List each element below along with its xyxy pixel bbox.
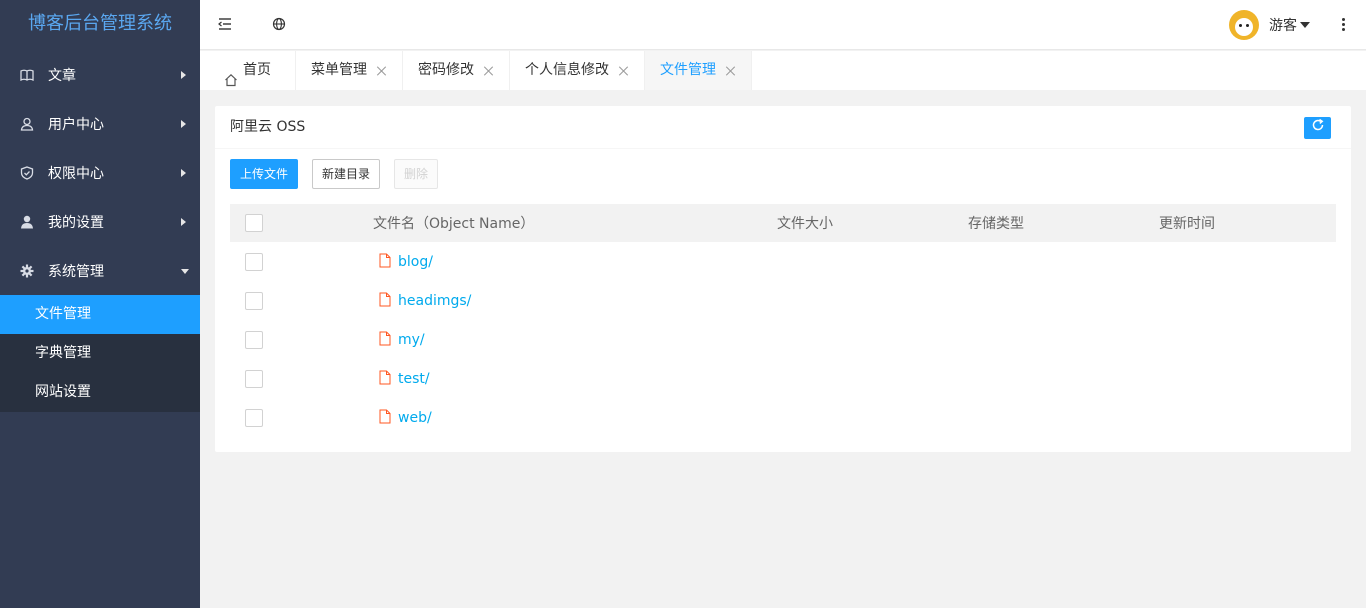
file-link[interactable]: web/ (398, 410, 432, 426)
file-link[interactable]: my/ (398, 332, 425, 348)
user-icon (20, 215, 34, 229)
toolbar: 上传文件 新建目录 删除 (230, 159, 452, 189)
tab-label: 个人信息修改 (525, 62, 609, 78)
user-outline-icon (20, 117, 34, 131)
table-row: blog/ (230, 242, 1336, 281)
chevron-right-icon (181, 119, 186, 128)
user-menu[interactable]: 游客 (1229, 10, 1310, 40)
sidebar-item-label: 用户中心 (48, 116, 104, 133)
table-row: my/ (230, 320, 1336, 359)
refresh-icon (1311, 107, 1325, 150)
tab-menu-management[interactable]: 菜单管理 (296, 51, 403, 90)
home-icon (224, 64, 238, 86)
delete-button[interactable]: 删除 (394, 159, 439, 189)
oss-card: 阿里云 OSS 上传文件 新建目录 删除 文件名（Object Name） 文件… (215, 106, 1351, 452)
submenu-system-management: 文件管理 字典管理 网站设置 (0, 295, 200, 412)
tab-label: 密码修改 (418, 62, 474, 78)
sidebar-subitem-site-settings[interactable]: 网站设置 (0, 373, 200, 412)
caret-down-icon (1300, 22, 1310, 28)
table-header: 文件名（Object Name） 文件大小 存储类型 更新时间 (230, 204, 1336, 242)
column-header-size: 文件大小 (777, 216, 833, 232)
book-icon (20, 68, 34, 82)
sidebar-subitem-file-management[interactable]: 文件管理 (0, 295, 200, 334)
sidebar-item-my-settings[interactable]: 我的设置 (0, 197, 200, 246)
file-icon (379, 331, 391, 346)
tab-label: 文件管理 (660, 62, 716, 78)
close-icon[interactable] (377, 66, 387, 76)
row-checkbox[interactable] (245, 369, 263, 388)
file-link[interactable]: headimgs/ (398, 293, 471, 309)
column-header-updated-time: 更新时间 (1159, 216, 1215, 232)
row-checkbox[interactable] (245, 291, 263, 310)
card-header: 阿里云 OSS (215, 106, 1351, 149)
sidebar-item-label: 系统管理 (48, 263, 104, 280)
tab-bar: 首页 菜单管理 密码修改 个人信息修改 文件管理 (200, 51, 1366, 90)
tab-profile-edit[interactable]: 个人信息修改 (510, 51, 645, 90)
sidebar-item-label: 我的设置 (48, 214, 104, 231)
row-checkbox[interactable] (245, 408, 263, 427)
column-header-storage-type: 存储类型 (968, 216, 1024, 232)
chevron-right-icon (181, 168, 186, 177)
sidebar-item-articles[interactable]: 文章 (0, 50, 200, 99)
upload-file-button[interactable]: 上传文件 (230, 159, 299, 189)
file-name-cell[interactable]: web/ (379, 398, 432, 437)
file-name-cell[interactable]: headimgs/ (379, 281, 471, 320)
tab-file-management[interactable]: 文件管理 (645, 51, 752, 90)
sidebar-item-user-center[interactable]: 用户中心 (0, 99, 200, 148)
close-icon[interactable] (726, 66, 736, 76)
column-header-name: 文件名（Object Name） (373, 216, 535, 232)
sidebar: 博客后台管理系统 文章 用户中心 权限中心 我的设置 系统管理 文件管理 字典管… (0, 0, 200, 608)
avatar (1229, 10, 1259, 40)
chevron-down-icon (181, 268, 189, 274)
top-header: 游客 (200, 0, 1366, 50)
table-row: headimgs/ (230, 281, 1336, 320)
sidebar-item-label: 权限中心 (48, 165, 104, 182)
chevron-right-icon (181, 70, 186, 79)
shield-icon (20, 165, 34, 180)
select-all-checkbox[interactable] (245, 214, 263, 232)
app-logo-title[interactable]: 博客后台管理系统 (0, 0, 200, 50)
close-icon[interactable] (484, 66, 494, 76)
tab-label: 首页 (243, 62, 271, 78)
tab-home[interactable]: 首页 (200, 51, 296, 90)
file-name-cell[interactable]: blog/ (379, 242, 433, 281)
file-icon (379, 370, 391, 385)
sidebar-item-system-management[interactable]: 系统管理 (0, 246, 200, 295)
tab-label: 菜单管理 (311, 62, 367, 78)
file-icon (379, 409, 391, 424)
row-checkbox[interactable] (245, 252, 263, 271)
sidebar-item-permission-center[interactable]: 权限中心 (0, 148, 200, 197)
user-name: 游客 (1269, 18, 1297, 34)
sidebar-subitem-dictionary-management[interactable]: 字典管理 (0, 334, 200, 373)
file-name-cell[interactable]: test/ (379, 359, 430, 398)
file-table: 文件名（Object Name） 文件大小 存储类型 更新时间 blog/ he… (230, 204, 1336, 437)
gear-icon (20, 264, 34, 278)
table-row: web/ (230, 398, 1336, 437)
card-title: 阿里云 OSS (230, 119, 306, 135)
file-name-cell[interactable]: my/ (379, 320, 425, 359)
file-link[interactable]: blog/ (398, 254, 433, 270)
chevron-right-icon (181, 217, 186, 226)
file-icon (379, 253, 391, 268)
globe-icon[interactable] (272, 17, 288, 33)
refresh-button[interactable] (1304, 117, 1331, 139)
sidebar-item-label: 文章 (48, 67, 76, 84)
row-checkbox[interactable] (245, 330, 263, 349)
file-icon (379, 292, 391, 307)
tab-password-change[interactable]: 密码修改 (403, 51, 510, 90)
file-link[interactable]: test/ (398, 371, 430, 387)
more-vertical-icon[interactable] (1342, 18, 1346, 32)
table-row: test/ (230, 359, 1336, 398)
new-directory-button[interactable]: 新建目录 (312, 159, 381, 189)
close-icon[interactable] (619, 66, 629, 76)
menu-collapse-icon[interactable] (218, 17, 234, 33)
